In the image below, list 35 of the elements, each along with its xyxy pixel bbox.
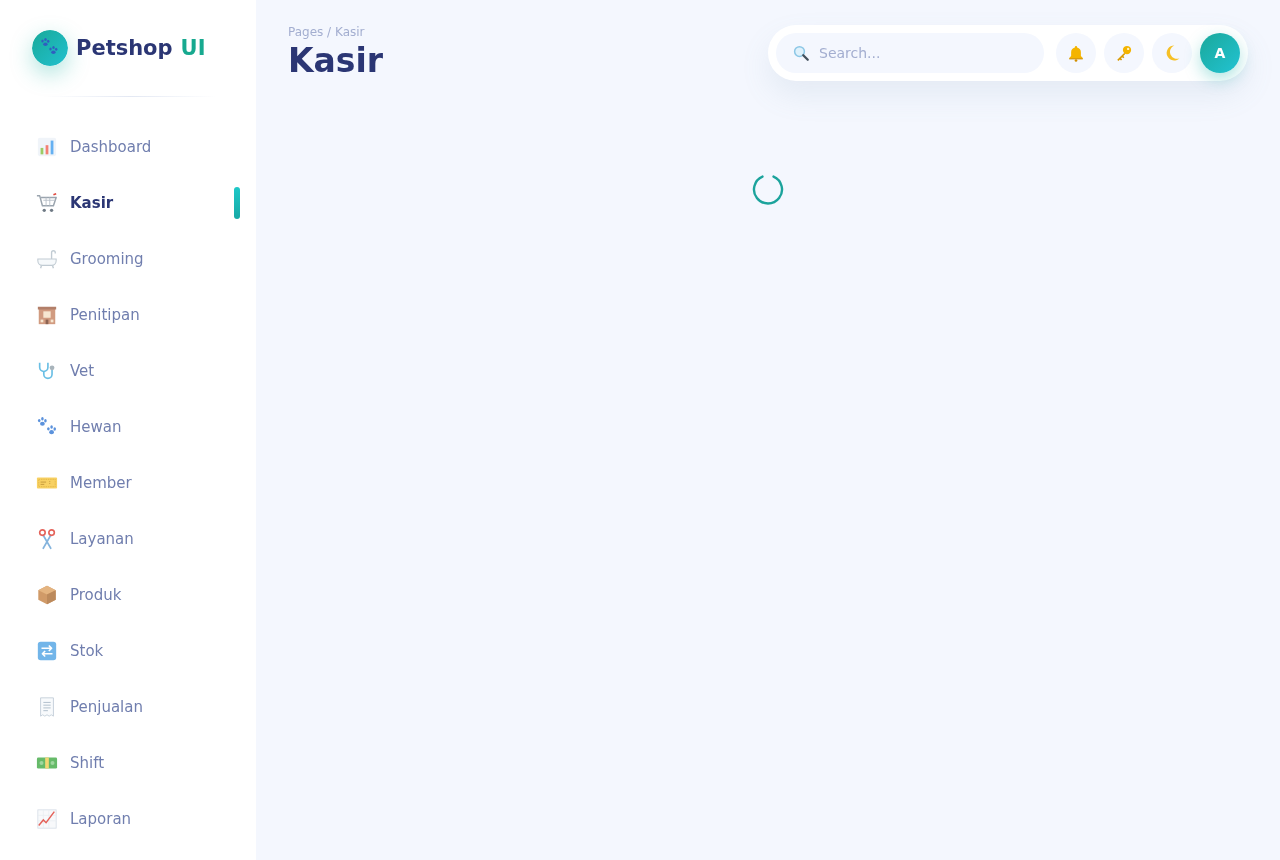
sidebar-item[interactable]: Produk xyxy=(32,567,240,623)
sidebar-item[interactable]: Vet xyxy=(32,343,240,399)
sidebar-item[interactable]: Grooming xyxy=(32,231,240,287)
key-button[interactable] xyxy=(1104,33,1144,73)
cart-icon xyxy=(36,192,58,214)
paw-logo-icon xyxy=(32,30,68,66)
active-indicator xyxy=(234,187,240,219)
breadcrumb: Pages / Kasir xyxy=(288,25,366,40)
avatar-button[interactable]: A xyxy=(1200,33,1240,73)
building-icon xyxy=(36,304,58,326)
box-icon xyxy=(36,584,58,606)
sidebar-item[interactable]: Layanan xyxy=(32,511,240,567)
brand-accent: UI xyxy=(180,36,206,60)
key-icon xyxy=(1115,44,1133,62)
bathtub-icon xyxy=(36,248,58,270)
bar-chart-icon xyxy=(36,136,58,158)
page-title: Kasir xyxy=(288,40,384,82)
bell-icon xyxy=(1067,44,1085,62)
notifications-button[interactable] xyxy=(1056,33,1096,73)
brand-name: Petshop xyxy=(76,36,173,60)
sidebar-item[interactable]: Kasir xyxy=(32,175,240,231)
sidebar-item[interactable]: Penjualan xyxy=(32,679,240,735)
sidebar-item[interactable]: Shift xyxy=(32,735,240,791)
sidebar-item[interactable]: Penitipan xyxy=(32,287,240,343)
theme-toggle-button[interactable] xyxy=(1152,33,1192,73)
scissors-icon xyxy=(36,528,58,550)
sidebar-item[interactable]: Stok xyxy=(32,623,240,679)
sidebar-item[interactable]: Member xyxy=(32,455,240,511)
sidebar-item[interactable]: Hewan xyxy=(32,399,240,455)
search-field[interactable]: Search... xyxy=(776,33,1044,73)
search-icon xyxy=(792,44,810,62)
swap-arrows-icon xyxy=(36,640,58,662)
line-chart-icon xyxy=(36,808,58,830)
sidebar-item[interactable]: Laporan xyxy=(32,791,240,847)
sidebar-item[interactable]: Dashboard xyxy=(32,119,240,175)
